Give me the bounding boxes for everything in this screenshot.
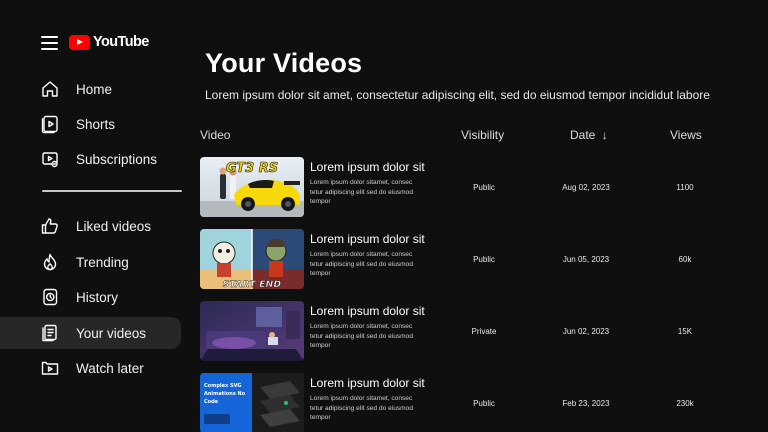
sidebar-item-label: Home (76, 81, 113, 97)
youtube-logo[interactable]: YouTube (69, 34, 149, 50)
page-subtitle: Lorem ipsum dolor sit amet, consectetur … (205, 88, 710, 102)
video-title[interactable]: Lorem ipsum dolor sit (310, 376, 425, 390)
sidebar-item-label: Trending (76, 254, 129, 270)
thumbs-up-icon (40, 216, 60, 236)
video-description: Lorem ipsum dolor sitamet, consec tetur … (310, 251, 413, 277)
table-row[interactable]: Complex SVG Animations No Code Lorem ips… (200, 373, 760, 432)
flame-icon (40, 252, 60, 272)
video-title[interactable]: Lorem ipsum dolor sit (310, 232, 425, 246)
arrow-down-icon: ↓ (601, 128, 608, 142)
table-row[interactable]: Lorem ipsum dolor sit Lorem ipsum dolor … (200, 301, 760, 361)
history-icon (40, 287, 60, 307)
shorts-icon (40, 114, 60, 134)
sidebar: YouTube Home Shorts Subscriptions Liked … (0, 0, 190, 432)
sidebar-item-trending[interactable]: Trending (0, 246, 181, 278)
sidebar-divider (42, 190, 182, 192)
sidebar-item-shorts[interactable]: Shorts (0, 108, 181, 140)
thumbnail-text: GT3 RS (226, 161, 278, 176)
sidebar-item-home[interactable]: Home (0, 73, 181, 105)
sidebar-item-liked-videos[interactable]: Liked videos (0, 210, 181, 242)
page-title: Your Videos (205, 48, 363, 78)
video-thumbnail[interactable]: Complex SVG Animations No Code (200, 373, 304, 432)
date-value: Feb 23, 2023 (562, 399, 610, 408)
video-description: Lorem ipsum dolor sitamet, consec tetur … (310, 179, 413, 205)
sidebar-item-label: History (76, 289, 119, 305)
column-header-date-label: Date (570, 128, 596, 142)
date-value: Aug 02, 2023 (562, 183, 610, 192)
car-thumbnail-image: GT3 RS (200, 157, 304, 217)
subscriptions-icon (40, 149, 60, 169)
date-value: Jun 02, 2023 (562, 327, 610, 336)
visibility-value[interactable]: Private (461, 327, 507, 336)
visibility-value[interactable]: Public (461, 399, 507, 408)
video-thumbnail[interactable] (200, 301, 304, 361)
video-title[interactable]: Lorem ipsum dolor sit (310, 160, 425, 174)
sidebar-item-label: Subscriptions (76, 151, 158, 167)
thumbnail-text: Complex SVG Animations No Code (204, 383, 246, 405)
menu-button[interactable] (41, 34, 58, 52)
views-value: 230k (676, 399, 694, 408)
logo-text: YouTube (93, 34, 149, 50)
column-header-date[interactable]: Date ↓ (570, 128, 608, 142)
youtube-play-icon (69, 34, 90, 50)
sidebar-item-label: Your videos (76, 325, 147, 341)
sidebar-item-subscriptions[interactable]: Subscriptions (0, 143, 181, 175)
room-thumbnail-image (200, 301, 304, 361)
sidebar-item-your-videos[interactable]: Your videos (0, 317, 181, 349)
views-value: 60k (678, 255, 692, 264)
video-description: Lorem ipsum dolor sitamet, consec tetur … (310, 395, 413, 421)
visibility-value[interactable]: Public (461, 255, 507, 264)
cartoon-thumbnail-image: START END (200, 229, 304, 289)
sidebar-item-watch-later[interactable]: Watch later (0, 352, 181, 384)
watch-later-icon (40, 358, 60, 378)
views-value: 15K (677, 327, 693, 336)
table-row[interactable]: START END Lorem ipsum dolor sit Lorem ip… (200, 229, 760, 289)
video-thumbnail[interactable]: START END (200, 229, 304, 289)
video-thumbnail[interactable]: GT3 RS (200, 157, 304, 217)
views-value: 1100 (676, 183, 694, 192)
hamburger-icon[interactable] (41, 36, 58, 50)
date-value: Jun 05, 2023 (562, 255, 610, 264)
home-icon (40, 79, 60, 99)
video-description: Lorem ipsum dolor sitamet, consec tetur … (310, 323, 413, 349)
sidebar-item-label: Liked videos (76, 218, 152, 234)
column-header-visibility[interactable]: Visibility (461, 128, 504, 142)
column-header-video: Video (200, 128, 231, 142)
visibility-value[interactable]: Public (461, 183, 507, 192)
table-row[interactable]: GT3 RS Lorem ipsum dolor sit Lorem ipsum… (200, 157, 760, 217)
column-header-views[interactable]: Views (670, 128, 702, 142)
video-title[interactable]: Lorem ipsum dolor sit (310, 304, 425, 318)
sidebar-item-label: Shorts (76, 116, 116, 132)
your-videos-icon (40, 323, 60, 343)
sidebar-item-label: Watch later (76, 360, 144, 376)
thumbnail-text: START END (223, 280, 282, 289)
sidebar-item-history[interactable]: History (0, 281, 181, 313)
